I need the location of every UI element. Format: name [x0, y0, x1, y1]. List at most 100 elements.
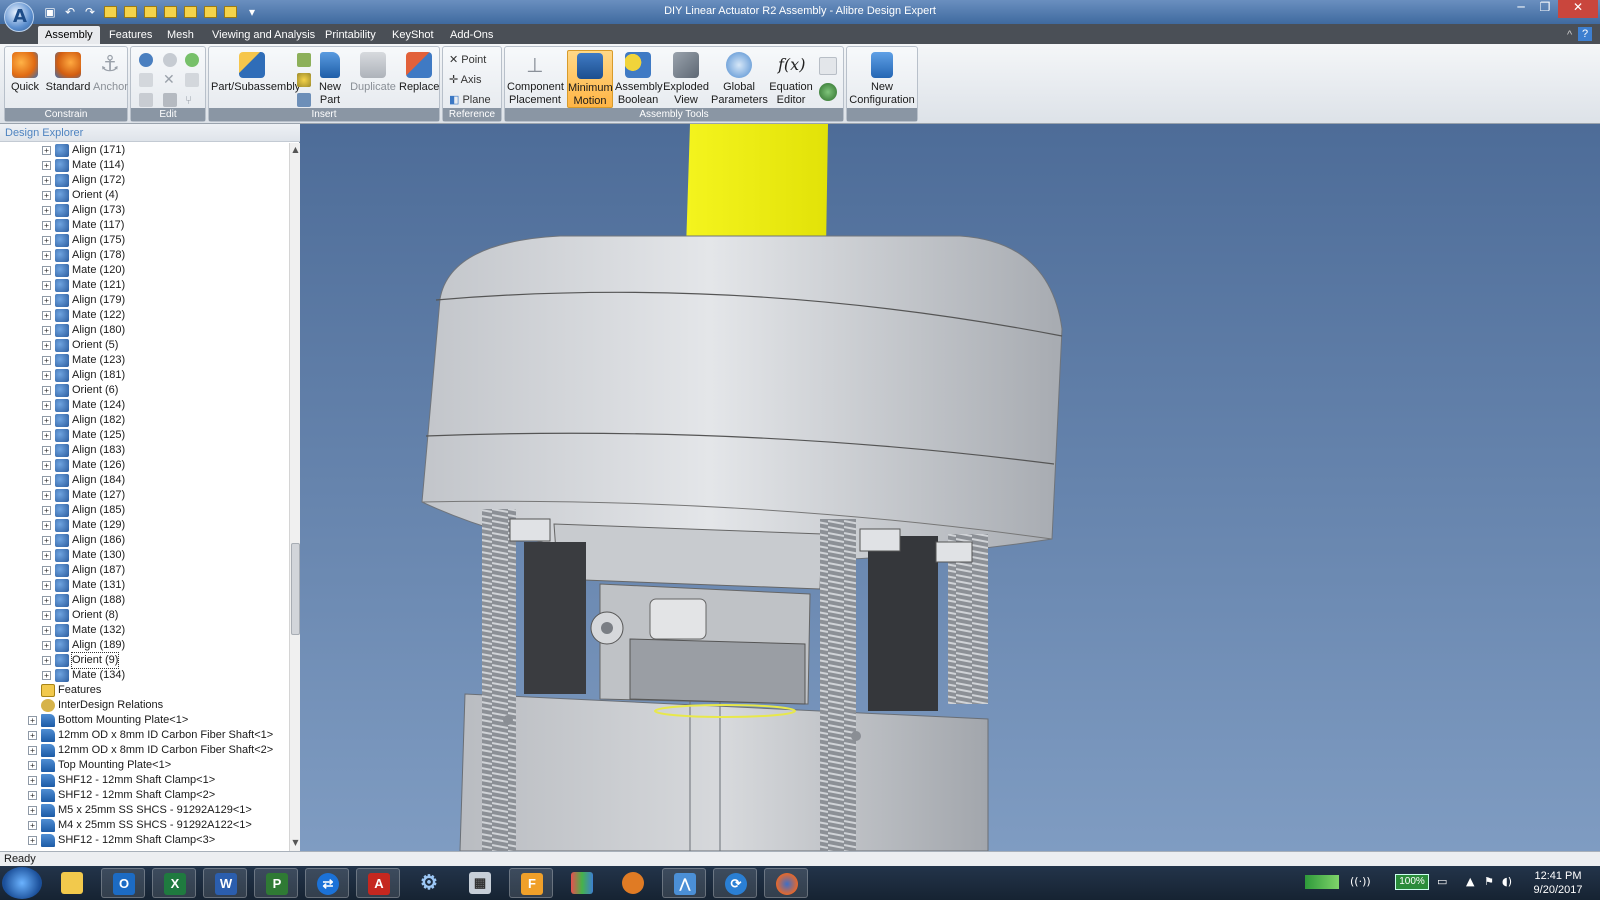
constraint-tree-item[interactable]: + Orient (5) — [0, 338, 288, 353]
new-part-button[interactable]: New Part — [315, 50, 345, 107]
tab-features[interactable]: Features — [102, 26, 159, 44]
close-button[interactable]: ✕ — [1558, 0, 1598, 18]
battery-indicator[interactable]: 100% — [1395, 874, 1429, 890]
spring[interactable] — [482, 509, 516, 851]
expand-icon[interactable]: + — [42, 296, 51, 305]
fastener-icon[interactable] — [297, 93, 311, 107]
part-tree-item[interactable]: + Top Mounting Plate<1> — [0, 758, 288, 773]
constraint-tree-item[interactable]: + Align (181) — [0, 368, 288, 383]
duplicate-button[interactable]: Duplicate — [349, 50, 397, 94]
tab-mesh[interactable]: Mesh — [160, 26, 201, 44]
expand-icon[interactable]: + — [42, 311, 51, 320]
standard-constraint-button[interactable]: Standard — [45, 50, 91, 94]
carbon-fiber-shaft[interactable] — [524, 542, 586, 694]
tab-printability[interactable]: Printability — [318, 26, 383, 44]
3d-viewport[interactable] — [300, 124, 1600, 851]
constraint-tree-item[interactable]: + Align (172) — [0, 173, 288, 188]
slicer-icon[interactable] — [611, 868, 655, 898]
constraint-tree-item[interactable]: + Align (184) — [0, 473, 288, 488]
wireless-icon[interactable]: ((·)) — [1350, 875, 1371, 888]
constraint-tree-item[interactable]: + Mate (132) — [0, 623, 288, 638]
features-folder[interactable]: +Features — [0, 683, 288, 698]
part-subassembly-button[interactable]: Part/Subassembly — [211, 50, 300, 94]
expand-icon[interactable]: + — [42, 461, 51, 470]
scrollbar-thumb[interactable] — [291, 543, 300, 635]
unsuppress-icon[interactable] — [185, 53, 199, 67]
expand-icon[interactable]: + — [42, 266, 51, 275]
carbon-fiber-shaft[interactable] — [868, 536, 938, 711]
constraint-tree-item[interactable]: + Mate (124) — [0, 398, 288, 413]
exploded-view-button[interactable]: Exploded View — [663, 50, 709, 107]
expand-icon[interactable]: + — [42, 281, 51, 290]
alibre-icon[interactable]: ⋀ — [662, 868, 706, 898]
project-icon[interactable]: P — [254, 868, 298, 898]
expand-icon[interactable]: + — [28, 716, 37, 725]
constraint-tree-item[interactable]: + Mate (134) — [0, 668, 288, 683]
quick-constraint-button[interactable]: Quick — [9, 50, 41, 94]
ribbon-collapse-icon[interactable]: ^ — [1560, 26, 1579, 44]
constraint-tree-item[interactable]: + Align (180) — [0, 323, 288, 338]
expand-icon[interactable]: + — [42, 611, 51, 620]
outlook-icon[interactable]: O — [101, 868, 145, 898]
volume-icon[interactable]: ◖) — [1502, 875, 1512, 888]
constraint-tree-item[interactable]: + Mate (131) — [0, 578, 288, 593]
maximize-button[interactable]: ❐ — [1534, 0, 1556, 18]
tab-assembly[interactable]: Assembly — [38, 26, 100, 44]
part-tree-item[interactable]: + M5 x 25mm SS SHCS - 91292A129<1> — [0, 803, 288, 818]
expand-icon[interactable]: + — [42, 416, 51, 425]
table-icon[interactable] — [819, 57, 837, 75]
action-center-flag-icon[interactable]: ⚑ — [1484, 875, 1494, 888]
constraint-tree-item[interactable]: + Align (171) — [0, 143, 288, 158]
constraint-tree-item[interactable]: + Align (175) — [0, 233, 288, 248]
expand-icon[interactable]: + — [42, 506, 51, 515]
calculator-icon[interactable]: ▦ — [458, 868, 502, 898]
constraint-tree-item[interactable]: + Orient (4) — [0, 188, 288, 203]
constraint-tree-item[interactable]: + Align (186) — [0, 533, 288, 548]
expand-icon[interactable]: + — [42, 656, 51, 665]
expand-icon[interactable]: + — [42, 536, 51, 545]
constraint-tree-item[interactable]: + Mate (127) — [0, 488, 288, 503]
expand-icon[interactable]: + — [42, 341, 51, 350]
assembly-boolean-button[interactable]: Assembly Boolean — [615, 50, 663, 107]
excel-icon[interactable]: X — [152, 868, 196, 898]
explorer-scrollbar[interactable]: ▲ ▼ — [289, 143, 300, 851]
expand-icon[interactable]: + — [42, 476, 51, 485]
constraint-tree-item[interactable]: + Align (178) — [0, 248, 288, 263]
constraint-tree-item[interactable]: + Align (187) — [0, 563, 288, 578]
constraint-tree-item[interactable]: + Align (173) — [0, 203, 288, 218]
top-cap[interactable] — [421, 235, 1063, 563]
chart-app-icon[interactable] — [560, 868, 604, 898]
constraint-tree-item[interactable]: + Mate (117) — [0, 218, 288, 233]
system-clock[interactable]: 12:41 PM 9/20/2017 — [1522, 869, 1594, 897]
replace-button[interactable]: Replace — [399, 50, 439, 94]
settings-icon[interactable]: ⚙ — [407, 868, 451, 898]
expand-icon[interactable]: + — [42, 161, 51, 170]
constraint-tree-item[interactable]: + Mate (125) — [0, 428, 288, 443]
component-placement-button[interactable]: ⊥ Component Placement — [507, 50, 564, 107]
tab-viewing-and-analysis[interactable]: Viewing and Analysis — [205, 26, 322, 44]
expand-icon[interactable]: + — [28, 746, 37, 755]
expand-icon[interactable]: + — [42, 641, 51, 650]
constraint-tree-item[interactable]: + Mate (126) — [0, 458, 288, 473]
teamviewer-icon[interactable]: ⇄ — [305, 868, 349, 898]
constraint-tree-item[interactable]: + Mate (123) — [0, 353, 288, 368]
expand-icon[interactable]: + — [28, 821, 37, 830]
minimum-motion-button[interactable]: Minimum Motion — [567, 50, 613, 108]
expand-icon[interactable]: + — [42, 146, 51, 155]
help-icon[interactable]: ? — [1578, 27, 1593, 41]
actuator-shaft[interactable] — [686, 124, 828, 249]
move-icon[interactable] — [139, 93, 153, 107]
expand-icon[interactable]: + — [42, 626, 51, 635]
constraint-tree-item[interactable]: + Mate (122) — [0, 308, 288, 323]
expand-icon[interactable]: + — [42, 491, 51, 500]
acrobat-icon[interactable]: A — [356, 868, 400, 898]
constraint-tree-item[interactable]: + Mate (114) — [0, 158, 288, 173]
file-explorer-icon[interactable] — [50, 868, 94, 898]
suppress-icon[interactable] — [163, 53, 177, 67]
battery-icon[interactable]: ▭ — [1437, 875, 1447, 888]
part-tree-item[interactable]: + SHF12 - 12mm Shaft Clamp<2> — [0, 788, 288, 803]
constraint-tree-item[interactable]: + Orient (6) — [0, 383, 288, 398]
expand-icon[interactable]: + — [42, 596, 51, 605]
anchor-button[interactable]: ⚓ Anchor — [93, 50, 128, 94]
firefox-icon[interactable] — [764, 868, 808, 898]
